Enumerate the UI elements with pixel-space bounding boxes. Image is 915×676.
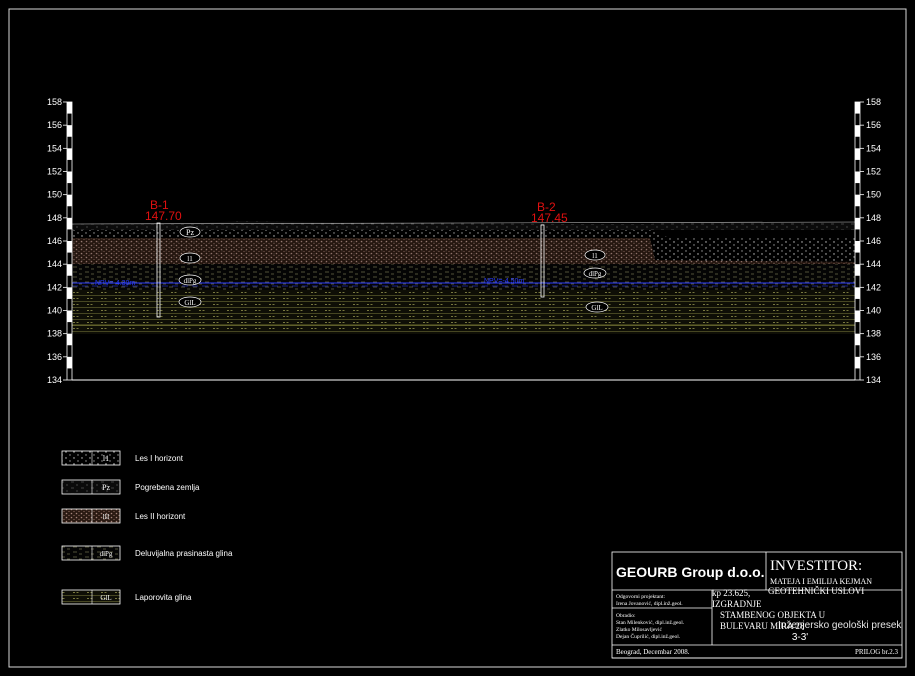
drawing-title: Inženjersko geološki presek	[778, 620, 902, 631]
scale-segment	[67, 217, 72, 230]
scale-segment	[855, 241, 860, 253]
scale-segment	[67, 148, 72, 160]
sheet-number: PRILOG br.2.3	[855, 648, 898, 656]
scale-label: 138	[47, 329, 62, 339]
scale-label: 156	[47, 120, 62, 130]
scale-segment	[855, 217, 860, 230]
scale-segment	[855, 333, 860, 346]
scale-segment	[67, 194, 72, 207]
tag-l1-b2: l1	[592, 252, 598, 260]
scale-label: 146	[47, 236, 62, 246]
water-table-label-2: NPV=-4.50m	[484, 278, 524, 285]
project-line-1: GEOTEHNIČKI USLOVI	[768, 586, 864, 596]
legend-label-pz: Pogrebena zemlja	[135, 483, 200, 492]
drawing-canvas: NPV=-4.30m NPV=-4.50m 158 156 154 152 150 148…	[8, 8, 907, 668]
scale-segment	[855, 171, 860, 184]
scale-segment	[67, 356, 72, 369]
scale-segment	[855, 264, 860, 276]
scale-segment	[855, 148, 860, 160]
elevation-scale-left: 158 156 154 152 150 148 146 144 142 140 138 136 134	[47, 97, 73, 385]
scale-label: 140	[866, 306, 881, 316]
scale-label: 144	[866, 259, 881, 269]
scale-label: 134	[866, 375, 881, 385]
tag-dl-b2: dlPg	[589, 270, 602, 278]
scale-label: 134	[47, 375, 62, 385]
scale-segment	[855, 125, 860, 137]
scale-label: 138	[866, 329, 881, 339]
scale-segment	[67, 310, 72, 323]
scale-label: 152	[866, 167, 881, 177]
processed-1: Stan Milenković, dipl.inž.geol.	[616, 620, 685, 626]
scale-segment	[67, 333, 72, 346]
responsible-name: Irena Jovanović, dipl.inž.geol.	[616, 601, 683, 607]
scale-label: 148	[47, 213, 62, 223]
scale-segment	[855, 287, 860, 299]
scale-label: 150	[866, 190, 881, 200]
place-date: Beograd, Decembar 2008.	[616, 648, 690, 656]
svg-text:GlL: GlL	[100, 594, 111, 602]
processed-3: Dejan Čuprilić, dipl.inž.geol.	[616, 632, 681, 640]
scale-segment	[67, 102, 72, 114]
scale-label: 144	[47, 259, 62, 269]
processed-label: Obradio:	[616, 613, 636, 619]
title-block-text: GEOURB Group d.o.o. INVESTITOR: MATEJA I…	[616, 558, 902, 656]
scale-segment	[855, 102, 860, 114]
svg-text:l1: l1	[103, 454, 109, 463]
investor-name: MATEJA I EMILIJA KEJMAN	[770, 577, 872, 586]
project-line-2: IZGRADNJE	[712, 599, 762, 609]
scale-segment	[67, 125, 72, 137]
scale-label: 140	[47, 306, 62, 316]
scale-segment	[855, 194, 860, 207]
borehole-b2-elevation: 147.45	[531, 211, 568, 225]
scale-label: 152	[47, 167, 62, 177]
section-name: 3-3'	[792, 632, 808, 643]
tag-pz: Pz	[186, 228, 194, 237]
legend-label-gl: Laporovita glina	[135, 593, 192, 602]
scale-label: 158	[866, 97, 881, 107]
layer-gl	[72, 290, 855, 334]
scale-label: 142	[866, 282, 881, 292]
svg-text:lII: lII	[103, 513, 110, 521]
processed-2: Zlatko Milosavljević	[616, 627, 663, 633]
legend-item-dl: dlPg Deluvijalna prasinasta glina	[61, 545, 233, 561]
scale-label: 136	[866, 352, 881, 362]
scale-segment	[67, 287, 72, 299]
legend-item-pz: Pz Pogrebena zemlja	[61, 479, 200, 495]
scale-label: 154	[866, 143, 881, 153]
tag-l1-b1: l1	[187, 255, 193, 263]
scale-segment	[67, 241, 72, 253]
scale-label: 150	[47, 190, 62, 200]
scale-segment	[67, 264, 72, 276]
investor-title: INVESTITOR:	[770, 558, 862, 574]
parcel-number: kp 23.625,	[712, 588, 750, 598]
tag-dl-b1: dlPg	[184, 277, 197, 285]
elevation-scale-right: 158 156 154 152 150 148 146 144 142 140 138 136 134	[854, 97, 881, 385]
scale-label: 142	[47, 282, 62, 292]
scale-segment	[67, 171, 72, 184]
legend-item-les-2: lII Les II horizont	[61, 508, 186, 524]
project-line-3: STAMBENOG OBJEKTA U	[720, 610, 826, 620]
legend-item-les-1: l1 Les I horizont	[61, 450, 184, 466]
water-table-label-1: NPV=-4.30m	[95, 280, 135, 287]
svg-text:Pz: Pz	[102, 483, 110, 492]
borehole-b1-elevation: 147.70	[145, 209, 182, 223]
scale-label: 154	[47, 143, 62, 153]
scale-label: 148	[866, 213, 881, 223]
legend-item-gl: GlL Laporovita glina	[61, 589, 192, 605]
company-name: GEOURB Group d.o.o.	[616, 564, 765, 580]
svg-text:dlPg: dlPg	[100, 550, 113, 558]
scale-segment	[855, 356, 860, 369]
legend-label-les-2: Les II horizont	[135, 512, 186, 521]
tag-gl-b2: GlL	[591, 304, 602, 312]
legend-label-dl: Deluvijalna prasinasta glina	[135, 549, 233, 558]
scale-label: 136	[47, 352, 62, 362]
scale-segment	[855, 310, 860, 323]
scale-label: 146	[866, 236, 881, 246]
legend-label-les-1: Les I horizont	[135, 454, 184, 463]
responsible-label: Odgovorni projektant:	[616, 594, 666, 600]
legend: l1 Les I horizont Pz Pogrebena zemlja lI…	[61, 450, 233, 605]
scale-label: 158	[47, 97, 62, 107]
tag-gl-b1: GlL	[184, 299, 195, 307]
scale-label: 156	[866, 120, 881, 130]
